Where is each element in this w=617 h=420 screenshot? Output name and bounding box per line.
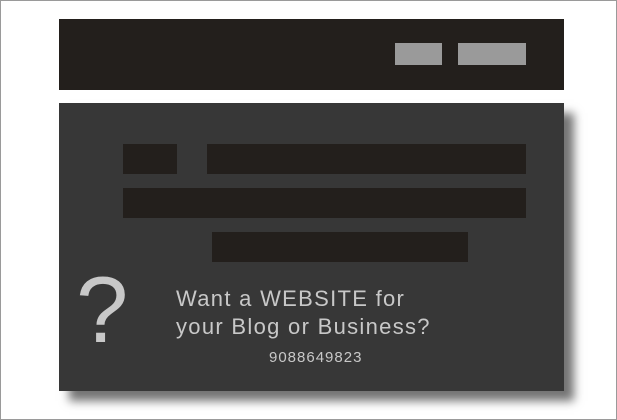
placeholder-block-3 [123,188,526,218]
placeholder-block-1 [123,144,177,174]
promo-panel[interactable]: ? Want a WEBSITE for your Blog or Busine… [59,103,564,391]
mock-header-bar [59,19,564,90]
promo-headline: Want a WEBSITE for your Blog or Business… [176,285,431,341]
question-mark-icon: ? [76,257,129,362]
contact-phone[interactable]: 9088649823 [269,349,362,367]
headline-line-2: your Blog or Business? [176,314,431,339]
placeholder-block-4 [212,232,468,262]
placeholder-block-2 [207,144,526,174]
ad-frame: ? Want a WEBSITE for your Blog or Busine… [0,0,617,420]
headline-line-1: Want a WEBSITE for [176,286,406,311]
mock-nav-button-2[interactable] [458,43,526,65]
mock-nav-button-1[interactable] [395,43,442,65]
